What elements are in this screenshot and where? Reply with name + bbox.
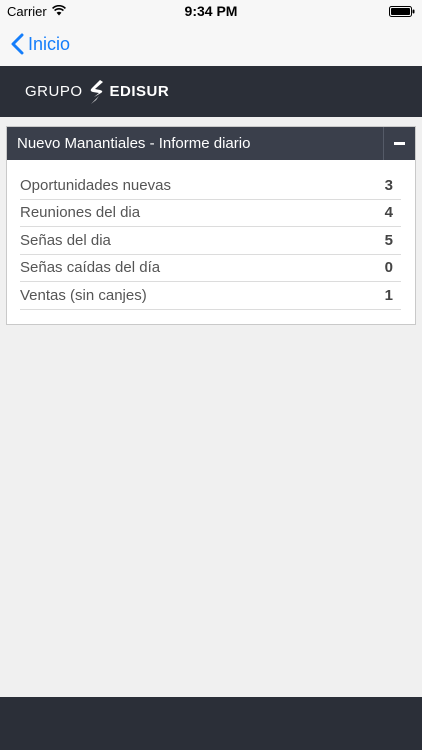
stat-label: Señas del dia xyxy=(20,231,111,249)
collapse-button[interactable] xyxy=(383,127,415,160)
brand-mark-icon xyxy=(90,79,103,104)
stat-row-ventas: Ventas (sin canjes) 1 xyxy=(20,282,401,310)
chevron-left-icon xyxy=(11,33,24,55)
top-chrome: Carrier 9:34 PM Inicio xyxy=(0,0,422,66)
stat-value: 0 xyxy=(384,259,393,277)
battery-icon xyxy=(389,6,415,17)
stats-list: Oportunidades nuevas 3 Reuniones del dia… xyxy=(7,160,415,310)
back-button-label: Inicio xyxy=(28,33,71,54)
brand-header: GRUPO EDISUR xyxy=(0,66,422,117)
stat-row-senas: Señas del dia 5 xyxy=(20,227,401,255)
stat-value: 1 xyxy=(384,286,393,304)
stat-value: 3 xyxy=(384,176,393,194)
stat-value: 4 xyxy=(384,204,393,222)
stat-row-oportunidades: Oportunidades nuevas 3 xyxy=(20,172,401,200)
brand-logo: GRUPO EDISUR xyxy=(25,79,169,105)
panel-header: Nuevo Manantiales - Informe diario xyxy=(7,127,415,160)
nav-bar: Inicio xyxy=(0,22,422,66)
stat-value: 5 xyxy=(384,231,393,249)
status-time: 9:34 PM xyxy=(184,3,238,19)
brand-name-part-b: EDISUR xyxy=(109,83,170,100)
brand-name-part-a: GRUPO xyxy=(25,83,83,100)
bottom-bar xyxy=(0,697,422,750)
back-button[interactable]: Inicio xyxy=(10,29,70,59)
stat-row-reuniones: Reuniones del dia 4 xyxy=(20,200,401,227)
minus-icon xyxy=(394,142,405,145)
panel-title: Nuevo Manantiales - Informe diario xyxy=(17,135,251,152)
stat-label: Señas caídas del día xyxy=(20,259,161,277)
stat-row-senas-caidas: Señas caídas del día 0 xyxy=(20,255,401,282)
status-bar: Carrier 9:34 PM xyxy=(0,0,422,22)
stat-label: Ventas (sin canjes) xyxy=(20,286,147,304)
stat-label: Reuniones del dia xyxy=(20,204,141,222)
stat-label: Oportunidades nuevas xyxy=(20,176,171,194)
daily-report-panel: Nuevo Manantiales - Informe diario Oport… xyxy=(6,126,416,325)
